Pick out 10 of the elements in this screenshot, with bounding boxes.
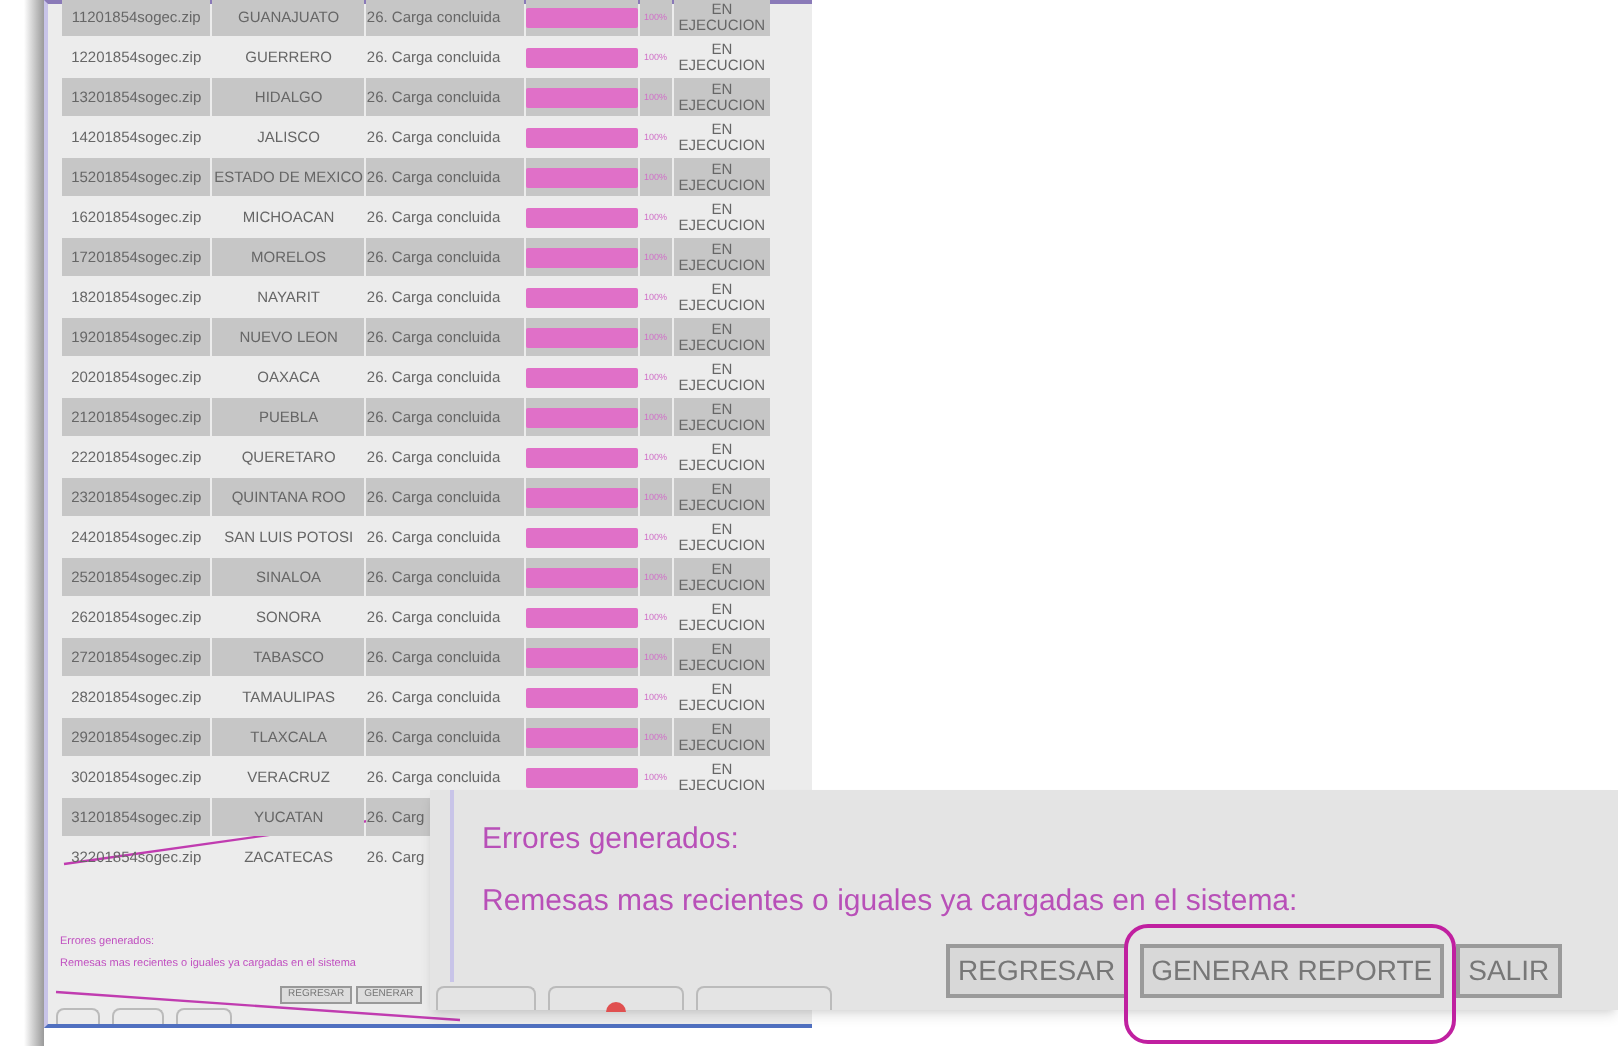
tab[interactable] — [176, 1008, 232, 1024]
tab[interactable] — [112, 1008, 164, 1024]
callout-button[interactable]: GENERAR REPORTE — [1139, 944, 1445, 998]
tab[interactable] — [436, 986, 536, 1010]
tab[interactable] — [548, 986, 684, 1010]
errors-message: Remesas mas recientes o iguales ya cargadas en el sistema: — [482, 881, 1300, 921]
callout-button[interactable]: REGRESAR — [946, 944, 1128, 998]
tab[interactable] — [696, 986, 832, 1010]
callout-button[interactable]: SALIR — [1456, 944, 1562, 998]
tab[interactable] — [56, 1008, 100, 1024]
